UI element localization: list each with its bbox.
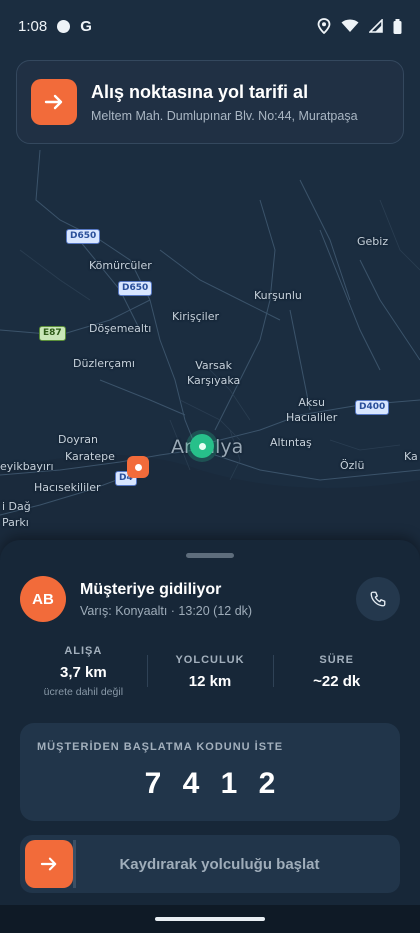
directions-button[interactable]	[31, 79, 77, 125]
trip-bottom-sheet: AB Müşteriye gidiliyor Varış: Konyaaltı …	[0, 540, 420, 933]
marker-dot-icon	[198, 442, 206, 450]
map-label-hacisekililer: Hacısekililer	[34, 481, 101, 494]
directions-card[interactable]: Alış noktasına yol tarifi al Meltem Mah.…	[16, 60, 404, 144]
map-label-komurculer: Kömürcüler	[89, 259, 152, 272]
map-label-gebiz: Gebiz	[357, 235, 389, 248]
status-bar: 1:08 G	[0, 0, 420, 52]
start-code-label: MÜŞTERİDEN BAŞLATMA KODUNU İSTE	[37, 741, 284, 753]
map-label-altintas: Altıntaş	[270, 436, 312, 449]
map-label-kiriscciler: Kirişçiler	[172, 310, 220, 323]
trip-stats: ALIŞA 3,7 km ücrete dahil değil YOLCULUK…	[20, 645, 400, 711]
stat-value: 3,7 km	[59, 664, 107, 681]
slide-label: Kaydırarak yolculuğu başlat	[119, 855, 320, 873]
map-label-doyran: Doyran	[58, 433, 98, 446]
map-label-kursunlu: Kurşunlu	[254, 289, 302, 302]
driver-row: AB Müşteriye gidiliyor Varış: Konyaaltı …	[20, 575, 400, 623]
google-g-icon: G	[80, 17, 92, 35]
stat-note: ücrete dahil değil	[43, 686, 124, 698]
wifi-icon	[341, 19, 359, 32]
sheet-drag-handle[interactable]	[186, 553, 234, 558]
map-label-eyikbayiri: eyikbayırı	[0, 460, 54, 473]
status-time: 1:08	[18, 17, 48, 35]
directions-title: Alış noktasına yol tarifi al	[91, 81, 309, 102]
stat-label: YOLCULUK	[175, 654, 245, 666]
code-digit: 4	[182, 767, 200, 800]
slide-track	[73, 840, 76, 888]
trip-eta: Varış: Konyaaltı · 13:20 (12 dk)	[80, 603, 253, 618]
arrow-right-icon	[44, 94, 63, 110]
map-label-varsak: Varsak Karşıyaka	[187, 359, 241, 387]
map-label-duzlercami: Düzlerçamı	[73, 357, 135, 370]
arrow-right-icon	[40, 857, 57, 871]
stat-value: 12 km	[188, 673, 232, 690]
map-label-ka: Ka	[404, 450, 418, 463]
stat-label: SÜRE	[319, 654, 354, 666]
road-shield-d650: D650	[66, 229, 101, 244]
slide-handle[interactable]	[25, 840, 73, 888]
road-shield-d400: D400	[355, 400, 390, 415]
pickup-marker[interactable]	[127, 456, 149, 478]
map-label-ozlu: Özlü	[340, 459, 365, 472]
map-label-aksu: Aksu Hacıaliler	[286, 396, 338, 424]
pickup-address: Meltem Mah. Dumlupınar Blv. No:44, Murat…	[91, 108, 358, 123]
home-gesture-bar[interactable]	[155, 917, 265, 921]
trip-status: Müşteriye gidiliyor	[80, 580, 222, 598]
location-pin-icon	[317, 18, 331, 34]
map-label-dosemealti: Döşemealtı	[89, 322, 152, 335]
stat-pickup: ALIŞA 3,7 km ücrete dahil değil	[20, 645, 147, 711]
slide-to-start[interactable]: Kaydırarak yolculuğu başlat	[20, 835, 400, 893]
start-code: 7 4 1 2	[37, 767, 383, 801]
code-digit: 1	[220, 767, 238, 800]
marker-dot-icon	[134, 463, 142, 471]
signal-icon	[369, 19, 383, 33]
stat-value: ~22 dk	[313, 673, 361, 690]
stat-trip: YOLCULUK 12 km	[146, 645, 274, 711]
start-code-card: MÜŞTERİDEN BAŞLATMA KODUNU İSTE 7 4 1 2	[20, 723, 400, 821]
road-shield-d650: D650	[118, 281, 153, 296]
driver-location-marker[interactable]	[190, 434, 214, 458]
stat-label: ALIŞA	[64, 645, 103, 657]
map-label-dag-parki: i Dağ Parkı	[2, 500, 31, 529]
call-button[interactable]	[356, 577, 400, 621]
map-label-karatepe: Karatepe	[65, 450, 115, 463]
stat-duration: SÜRE ~22 dk	[273, 645, 400, 711]
code-digit: 2	[258, 767, 276, 800]
system-nav-bar	[0, 905, 420, 933]
battery-icon	[393, 18, 402, 34]
avatar: AB	[20, 576, 66, 622]
code-digit: 7	[144, 767, 162, 800]
circle-dot-icon	[57, 19, 71, 33]
road-shield-e87: E87	[39, 326, 66, 341]
phone-icon	[370, 591, 386, 607]
